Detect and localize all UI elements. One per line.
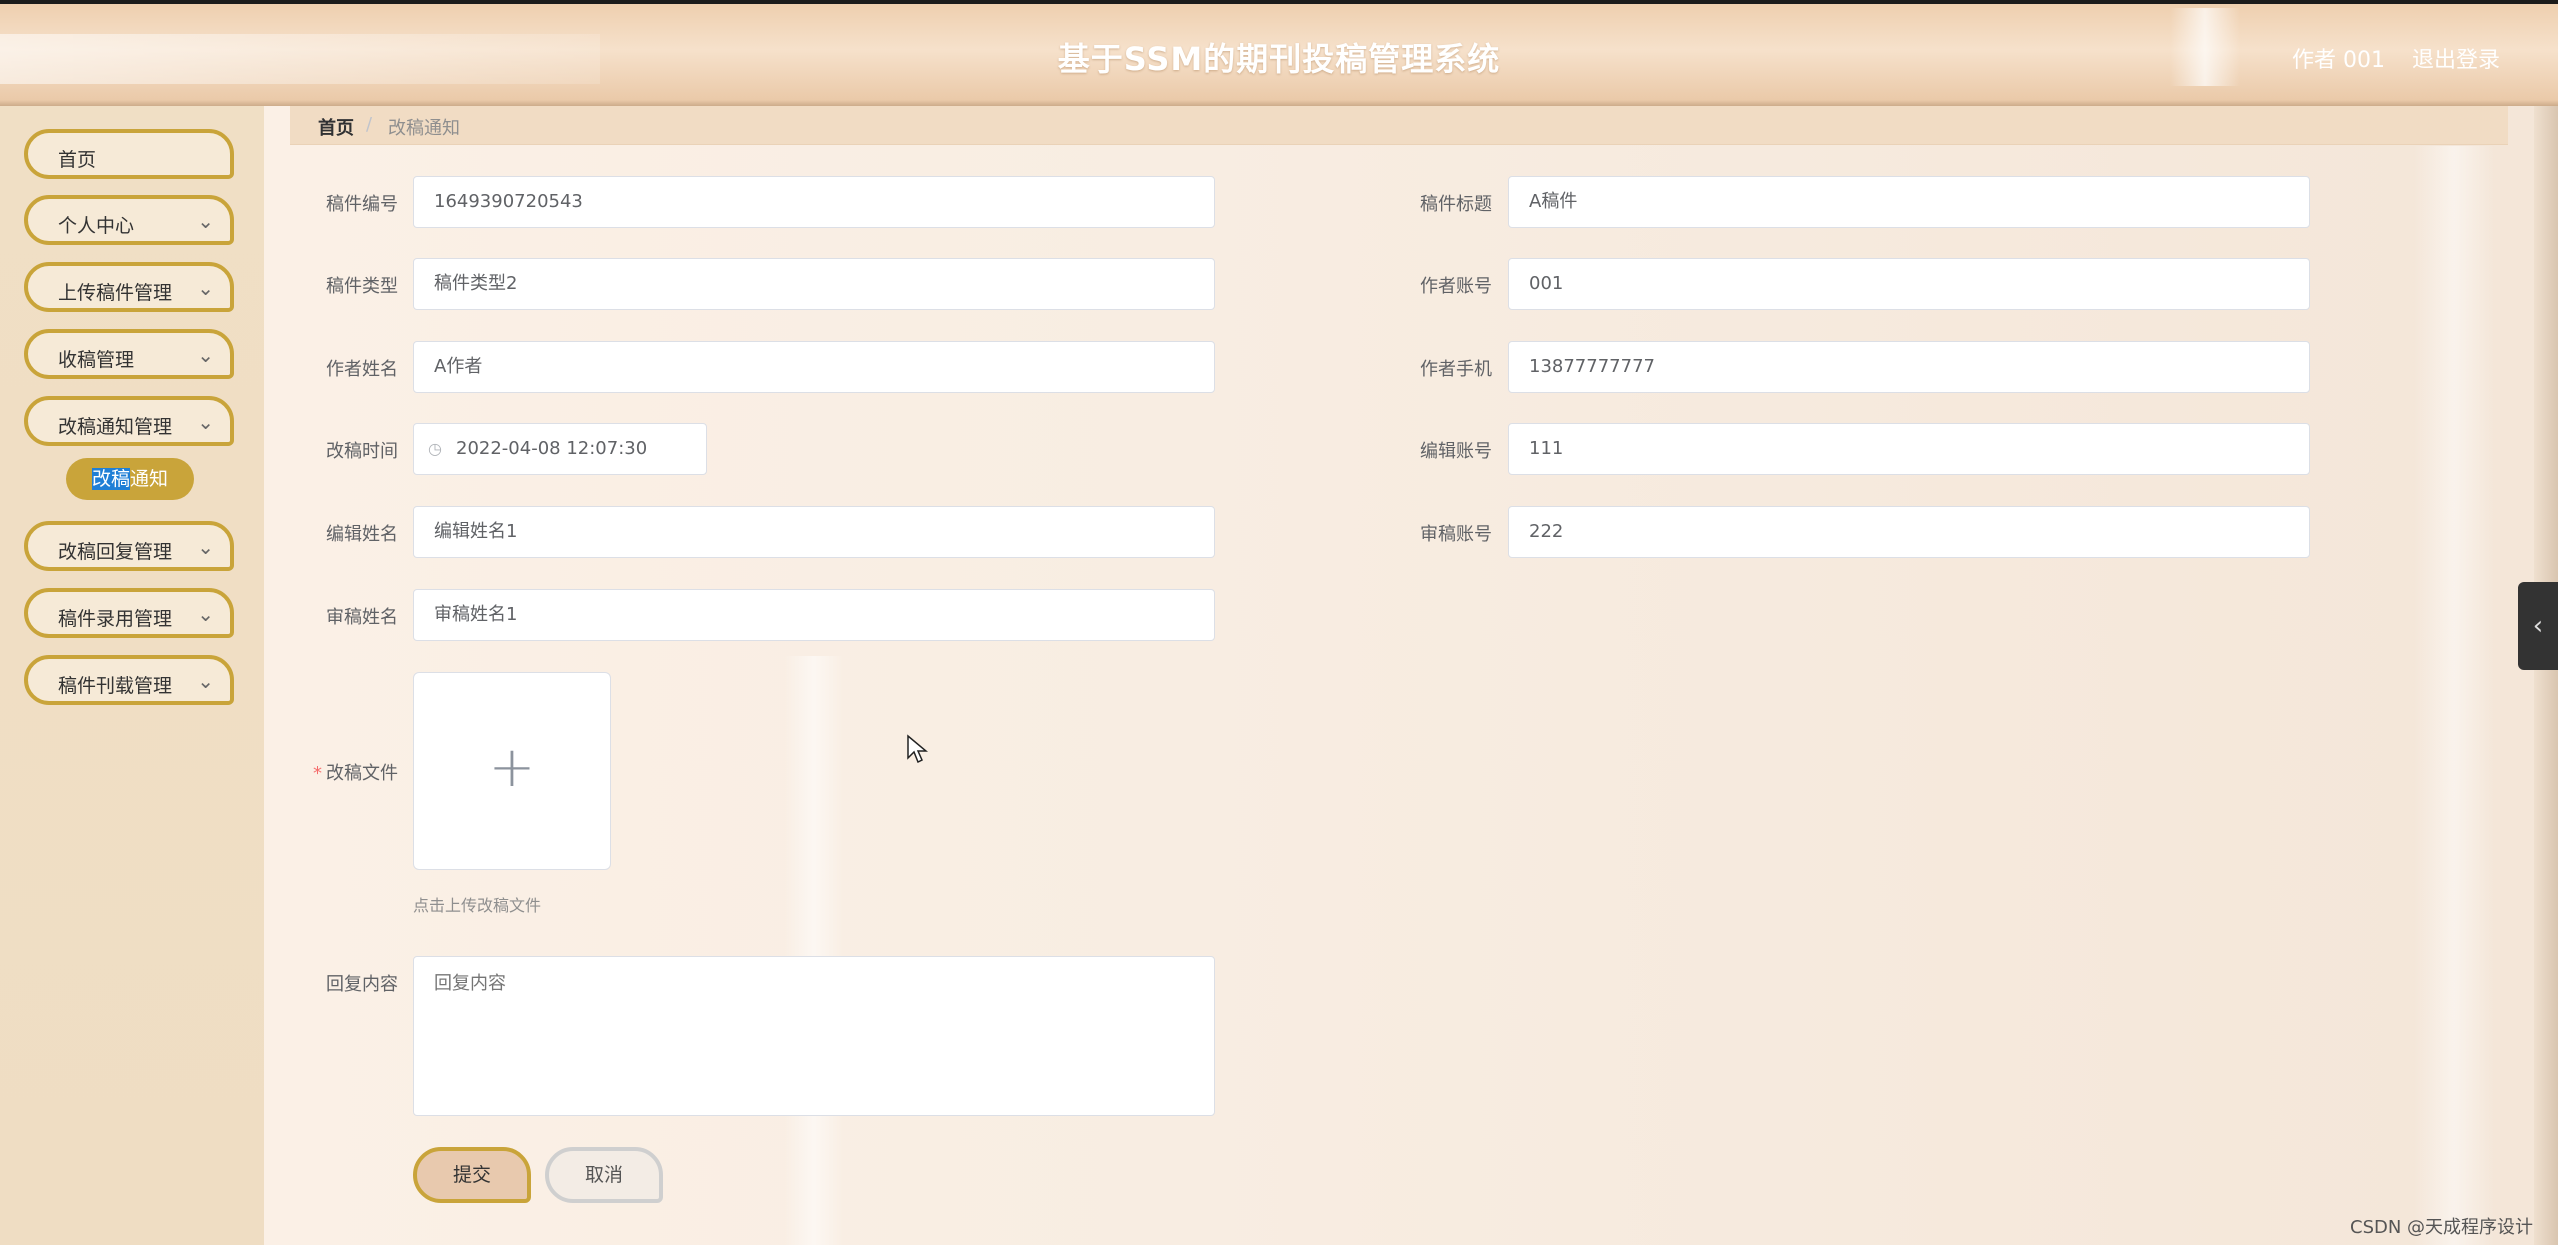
reviewer-name-input[interactable]: 审稿姓名1 xyxy=(413,589,1215,641)
selected-text: 改稿 xyxy=(91,468,130,490)
breadcrumb: 首页 / 改稿通知 xyxy=(290,106,2508,145)
sidebar-item-home[interactable]: 首页 xyxy=(24,129,234,179)
breadcrumb-home[interactable]: 首页 xyxy=(318,114,354,140)
sidebar-item-label: 首页 xyxy=(58,149,97,171)
manuscript-no-input[interactable]: 1649390720543 xyxy=(413,176,1215,228)
chevron-left-icon: ‹ xyxy=(2532,611,2544,641)
author-account-label: 作者账号 xyxy=(1420,276,1492,297)
breadcrumb-current: 改稿通知 xyxy=(388,118,460,139)
revise-time-label: 改稿时间 xyxy=(326,441,398,462)
chevron-down-icon: ⌄ xyxy=(197,410,214,434)
reviewer-account-label: 审稿账号 xyxy=(1420,524,1492,545)
editor-name-label: 编辑姓名 xyxy=(326,524,398,545)
current-user: 作者 001 xyxy=(2292,48,2385,73)
chevron-down-icon: ⌄ xyxy=(197,535,214,559)
reply-label: 回复内容 xyxy=(326,974,398,995)
upload-tip: 点击上传改稿文件 xyxy=(413,896,542,915)
reply-textarea[interactable] xyxy=(413,956,1215,1116)
sidebar-item-personal-center[interactable]: 个人中心 ⌄ xyxy=(24,195,234,245)
sidebar-item-label: 稿件刊载管理 xyxy=(58,675,173,697)
app-title: 基于SSM的期刊投稿管理系统 xyxy=(1057,40,1501,78)
manuscript-title-label: 稿件标题 xyxy=(1420,194,1492,215)
logout-link[interactable]: 退出登录 xyxy=(2412,42,2500,74)
revise-file-label: * 改稿文件 xyxy=(278,759,398,785)
reviewer-name-label: 审稿姓名 xyxy=(326,607,398,628)
manuscript-type-input[interactable]: 稿件类型2 xyxy=(413,258,1215,310)
sidebar-item-label: 改稿回复管理 xyxy=(58,541,173,563)
plus-icon: + xyxy=(488,735,536,800)
editor-name-input[interactable]: 编辑姓名1 xyxy=(413,506,1215,558)
breadcrumb-separator: / xyxy=(366,114,373,135)
mouse-cursor-icon xyxy=(907,734,928,764)
sidebar-item-publication[interactable]: 稿件刊载管理 ⌄ xyxy=(24,655,234,705)
chevron-down-icon: ⌄ xyxy=(197,669,214,693)
author-phone-input[interactable]: 13877777777 xyxy=(1508,341,2310,393)
sidebar-item-label: 改稿通知管理 xyxy=(58,416,173,438)
chevron-down-icon: ⌄ xyxy=(197,343,214,367)
chevron-down-icon: ⌄ xyxy=(197,602,214,626)
submit-button[interactable]: 提交 xyxy=(413,1147,531,1203)
author-name-input[interactable]: A作者 xyxy=(413,341,1215,393)
sidebar-item-label: 收稿管理 xyxy=(58,349,135,371)
cancel-button[interactable]: 取消 xyxy=(545,1147,663,1203)
editor-account-label: 编辑账号 xyxy=(1420,441,1492,462)
author-name-label: 作者姓名 xyxy=(326,359,398,380)
sidebar-item-label: 上传稿件管理 xyxy=(58,282,173,304)
editor-account-input[interactable]: 111 xyxy=(1508,423,2310,475)
revise-time-picker[interactable]: ◷ 2022-04-08 12:07:30 xyxy=(413,423,707,475)
revise-time-value: 2022-04-08 12:07:30 xyxy=(456,438,648,459)
sidebar-item-upload-manuscript[interactable]: 上传稿件管理 ⌄ xyxy=(24,262,234,312)
reviewer-account-input[interactable]: 222 xyxy=(1508,506,2310,558)
required-mark: * xyxy=(313,763,322,784)
sidebar-item-label: 个人中心 xyxy=(58,215,135,237)
author-account-input[interactable]: 001 xyxy=(1508,258,2310,310)
manuscript-title-input[interactable]: A稿件 xyxy=(1508,176,2310,228)
sidebar-subitem-label: 通知 xyxy=(130,468,169,490)
sidebar-item-revision-reply[interactable]: 改稿回复管理 ⌄ xyxy=(24,521,234,571)
scroll-edge xyxy=(2534,106,2558,1245)
background-decoration xyxy=(784,656,844,1245)
background-decoration xyxy=(2414,146,2494,1245)
file-upload-button[interactable]: + xyxy=(413,672,611,870)
manuscript-no-label: 稿件编号 xyxy=(326,194,398,215)
watermark: CSDN @天成程序设计 xyxy=(2350,1217,2534,1238)
chevron-down-icon: ⌄ xyxy=(197,276,214,300)
sidebar-item-revision-notice[interactable]: 改稿通知管理 ⌄ xyxy=(24,396,234,446)
collapse-panel-button[interactable]: ‹ xyxy=(2518,582,2558,670)
sidebar-item-acceptance[interactable]: 稿件录用管理 ⌄ xyxy=(24,588,234,638)
chevron-down-icon: ⌄ xyxy=(197,209,214,233)
revise-file-label-text: 改稿文件 xyxy=(326,763,398,784)
manuscript-type-label: 稿件类型 xyxy=(326,276,398,297)
sidebar-item-label: 稿件录用管理 xyxy=(58,608,173,630)
sidebar-item-receive-manuscript[interactable]: 收稿管理 ⌄ xyxy=(24,329,234,379)
top-header: 基于SSM的期刊投稿管理系统 作者 001 退出登录 xyxy=(0,0,2558,106)
sidebar-subitem-revision-notice[interactable]: 改稿通知 xyxy=(66,458,194,500)
author-phone-label: 作者手机 xyxy=(1420,359,1492,380)
clock-icon: ◷ xyxy=(428,439,442,458)
